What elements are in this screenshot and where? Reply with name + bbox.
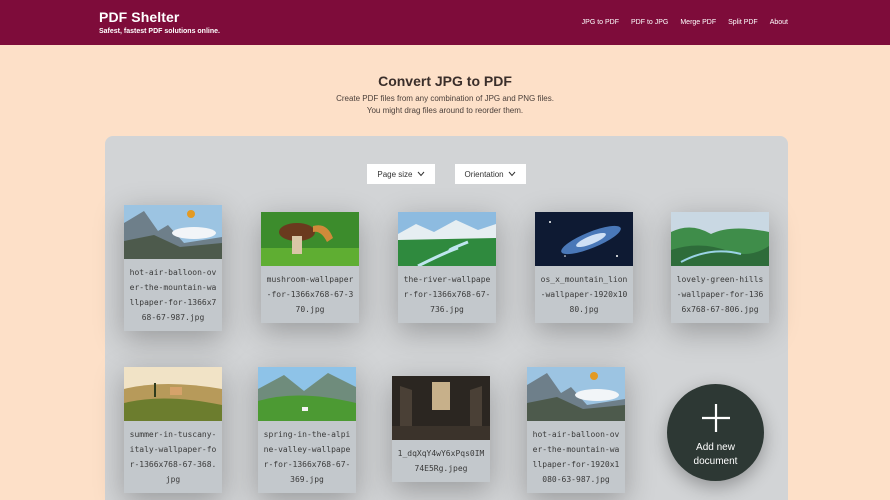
brand[interactable]: PDF Shelter Safest, fastest PDF solution… [99, 9, 220, 37]
orientation-dropdown[interactable]: Orientation [454, 164, 526, 184]
file-name: lovely-green-hills-wallpaper-for-1366x76… [676, 275, 764, 314]
brand-title[interactable]: PDF Shelter [99, 9, 220, 26]
file-card[interactable]: spring-in-the-alpine-valley-wallpaper-fo… [258, 367, 356, 493]
balloon-mountain-image [527, 367, 625, 421]
nav-merge-pdf[interactable]: Merge PDF [680, 18, 716, 28]
plus-icon [702, 404, 730, 432]
river-image [398, 212, 496, 266]
file-card[interactable]: the-river-wallpaper-for-1366x768-67-736.… [398, 212, 496, 323]
chevron-down-icon [417, 171, 424, 177]
file-name: 1_dqXqY4wY6xPqs0IM74E5Rg.jpeg [397, 449, 485, 473]
nav-pdf-to-jpg[interactable]: PDF to JPG [631, 18, 668, 28]
file-name: spring-in-the-alpine-valley-wallpaper-fo… [263, 430, 351, 484]
tuscany-image [124, 367, 222, 421]
add-document-label: Add new document [693, 442, 738, 467]
top-bar: PDF Shelter Safest, fastest PDF solution… [0, 0, 890, 45]
file-name: hot-air-balloon-over-the-mountain-wallpa… [129, 268, 217, 322]
file-card[interactable]: summer-in-tuscany-italy-wallpaper-for-13… [124, 367, 222, 493]
file-name: summer-in-tuscany-italy-wallpaper-for-13… [129, 430, 217, 484]
mushroom-image [261, 212, 359, 266]
file-name: mushroom-wallpaper-for-1366x768-67-370.j… [266, 275, 354, 314]
file-card[interactable]: hot-air-balloon-over-the-mountain-wallpa… [527, 367, 625, 493]
add-new-document-button[interactable]: Add new document [667, 384, 764, 481]
alpine-valley-image [258, 367, 356, 421]
page-size-label: Page size [377, 169, 413, 179]
balloon-mountain-image [124, 205, 222, 259]
orientation-label: Orientation [464, 169, 504, 179]
chevron-down-icon [508, 171, 516, 177]
options-bar: Page size Orientation [105, 164, 788, 184]
main-nav: JPG to PDF PDF to JPG Merge PDF Split PD… [582, 18, 788, 28]
file-card[interactable]: hot-air-balloon-over-the-mountain-wallpa… [124, 205, 222, 331]
page-title: Convert JPG to PDF [378, 73, 512, 89]
file-card[interactable]: os_x_mountain_lion-wallpaper-1920x1080.j… [535, 212, 633, 323]
file-card[interactable]: lovely-green-hills-wallpaper-for-1366x76… [671, 212, 769, 323]
page-heading: Convert JPG to PDF Create PDF files from… [0, 72, 890, 117]
nav-jpg-to-pdf[interactable]: JPG to PDF [582, 18, 619, 28]
space-image [535, 212, 633, 266]
brand-tagline: Safest, fastest PDF solutions online. [99, 28, 220, 35]
subtitle-line-2: You might drag files around to reorder t… [366, 106, 524, 115]
nav-split-pdf[interactable]: Split PDF [728, 18, 758, 28]
file-card[interactable]: 1_dqXqY4wY6xPqs0IM74E5Rg.jpeg [392, 376, 490, 482]
page-size-dropdown[interactable]: Page size [367, 164, 435, 184]
file-card[interactable]: mushroom-wallpaper-for-1366x768-67-370.j… [261, 212, 359, 323]
file-name: os_x_mountain_lion-wallpaper-1920x1080.j… [540, 275, 628, 314]
file-name: hot-air-balloon-over-the-mountain-wallpa… [532, 430, 620, 484]
green-hills-image [671, 212, 769, 266]
subtitle-line-1: Create PDF files from any combination of… [336, 94, 554, 103]
nav-about[interactable]: About [770, 18, 788, 28]
church-interior-image [392, 376, 490, 440]
file-name: the-river-wallpaper-for-1366x768-67-736.… [403, 275, 491, 314]
